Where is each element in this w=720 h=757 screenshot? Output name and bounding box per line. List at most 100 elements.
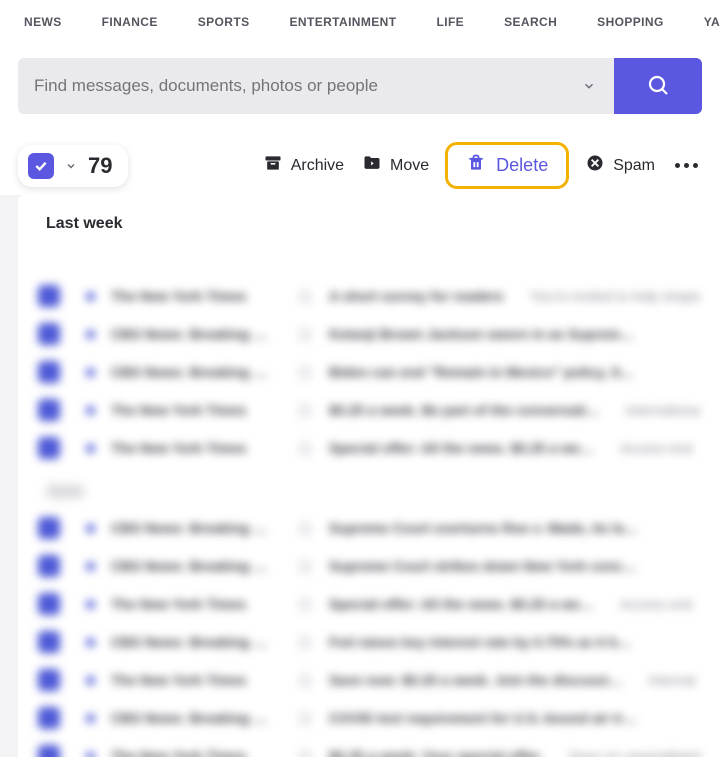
selection-count: 79	[88, 153, 112, 179]
sender: The New York Times	[111, 402, 281, 418]
section-header: Last week	[18, 199, 720, 241]
unread-dot-icon	[86, 330, 95, 339]
archive-label: Archive	[291, 157, 344, 175]
mail-row[interactable]: CBS News: Breaking … Fed raises key inte…	[18, 623, 720, 661]
sender: CBS News: Breaking …	[111, 710, 281, 726]
star-icon[interactable]	[297, 402, 313, 418]
star-icon[interactable]	[297, 596, 313, 612]
star-icon[interactable]	[297, 558, 313, 574]
star-icon[interactable]	[297, 326, 313, 342]
preview: Save on unparalleled	[568, 748, 700, 757]
chevron-down-icon[interactable]	[580, 77, 598, 95]
mail-row[interactable]: CBS News: Breaking … Biden can end "Rema…	[18, 353, 720, 391]
row-checkbox[interactable]	[38, 593, 60, 615]
sender: The New York Times	[111, 440, 281, 456]
search-box[interactable]	[18, 58, 614, 114]
section-header: June	[18, 467, 720, 509]
mail-row[interactable]: The New York Times Save now: $0.25 a wee…	[18, 661, 720, 699]
star-icon[interactable]	[297, 710, 313, 726]
sender: The New York Times	[111, 596, 281, 612]
archive-button[interactable]: Archive	[261, 149, 346, 182]
mail-row[interactable]: The New York Times $0.25 a week. Be part…	[18, 391, 720, 429]
unread-dot-icon	[86, 676, 95, 685]
sender: CBS News: Breaking …	[111, 364, 281, 380]
row-checkbox[interactable]	[38, 707, 60, 729]
row-checkbox[interactable]	[38, 555, 60, 577]
subject: Supreme Court strikes down New York conc…	[329, 558, 639, 574]
row-checkbox[interactable]	[38, 517, 60, 539]
nav-item-shopping[interactable]: SHOPPING	[597, 15, 664, 29]
chevron-down-icon[interactable]	[64, 159, 78, 173]
spam-icon	[585, 153, 605, 178]
unread-dot-icon	[86, 292, 95, 301]
selection-pill[interactable]: 79	[18, 145, 128, 187]
nav-item-sports[interactable]: SPORTS	[198, 15, 250, 29]
mail-row[interactable]: The New York Times Special offer: All th…	[18, 585, 720, 623]
sender: CBS News: Breaking …	[111, 520, 281, 536]
subject: Fed raises key interest rate by 0.75% as…	[329, 634, 639, 650]
search-button[interactable]	[614, 58, 702, 114]
row-checkbox[interactable]	[38, 399, 60, 421]
nav-item-entertainment[interactable]: ENTERTAINMENT	[290, 15, 397, 29]
nav-item-search[interactable]: SEARCH	[504, 15, 557, 29]
row-checkbox[interactable]	[38, 437, 60, 459]
subject: Special offer: All the news. $0.25 a we…	[329, 596, 594, 612]
star-icon[interactable]	[297, 520, 313, 536]
mail-row[interactable]: The New York Times Special offer: All th…	[18, 429, 720, 467]
checkbox-checked-icon[interactable]	[28, 153, 54, 179]
dot-icon	[675, 163, 680, 168]
row-checkbox[interactable]	[38, 745, 60, 757]
mail-list[interactable]: Last week The New York Times A short sur…	[18, 195, 720, 757]
mail-row[interactable]: The New York Times $0.25 a week: Your sp…	[18, 737, 720, 757]
spam-button[interactable]: Spam	[583, 149, 657, 182]
mail-row[interactable]: CBS News: Breaking … Supreme Court strik…	[18, 547, 720, 585]
star-icon[interactable]	[297, 672, 313, 688]
nav-item-news[interactable]: NEWS	[24, 15, 62, 29]
delete-button[interactable]: Delete	[445, 142, 569, 189]
preview: Internat	[648, 672, 700, 688]
dot-icon	[684, 163, 689, 168]
toolbar: 79 Archive Move Delete Spam	[0, 128, 720, 195]
search-icon	[646, 73, 670, 100]
trash-icon	[466, 153, 486, 178]
move-label: Move	[390, 157, 429, 175]
star-icon[interactable]	[297, 748, 313, 757]
sender: The New York Times	[111, 288, 281, 304]
mail-row[interactable]: CBS News: Breaking … Ketanji Brown Jacks…	[18, 315, 720, 353]
mail-row[interactable]: The New York Times A short survey for re…	[18, 277, 720, 315]
move-button[interactable]: Move	[360, 149, 431, 182]
row-checkbox[interactable]	[38, 323, 60, 345]
unread-dot-icon	[86, 368, 95, 377]
preview: Access end	[620, 440, 700, 456]
row-checkbox[interactable]	[38, 285, 60, 307]
preview: International	[626, 402, 700, 418]
search-input[interactable]	[34, 76, 580, 96]
row-checkbox[interactable]	[38, 631, 60, 653]
nav-item-more[interactable]: YA	[704, 15, 720, 29]
mail-row[interactable]: CBS News: Breaking … Supreme Court overt…	[18, 509, 720, 547]
unread-dot-icon	[86, 600, 95, 609]
search-bar	[0, 44, 720, 128]
dot-icon	[693, 163, 698, 168]
top-nav: NEWS FINANCE SPORTS ENTERTAINMENT LIFE S…	[0, 0, 720, 44]
subject: Special offer: All the news. $0.25 a we…	[329, 440, 594, 456]
star-icon[interactable]	[297, 634, 313, 650]
row-checkbox[interactable]	[38, 669, 60, 691]
nav-item-finance[interactable]: FINANCE	[102, 15, 158, 29]
unread-dot-icon	[86, 714, 95, 723]
more-button[interactable]	[671, 159, 702, 172]
sender: The New York Times	[111, 748, 281, 757]
nav-item-life[interactable]: LIFE	[436, 15, 464, 29]
row-checkbox[interactable]	[38, 361, 60, 383]
subject: $0.25 a week. Be part of the conversati…	[329, 402, 600, 418]
spam-label: Spam	[613, 157, 655, 175]
star-icon[interactable]	[297, 440, 313, 456]
unread-dot-icon	[86, 524, 95, 533]
mail-row[interactable]: CBS News: Breaking … COVID test requirem…	[18, 699, 720, 737]
star-icon[interactable]	[297, 288, 313, 304]
sender: The New York Times	[111, 672, 281, 688]
sender: CBS News: Breaking …	[111, 634, 281, 650]
star-icon[interactable]	[297, 364, 313, 380]
sender: CBS News: Breaking …	[111, 326, 281, 342]
unread-dot-icon	[86, 444, 95, 453]
